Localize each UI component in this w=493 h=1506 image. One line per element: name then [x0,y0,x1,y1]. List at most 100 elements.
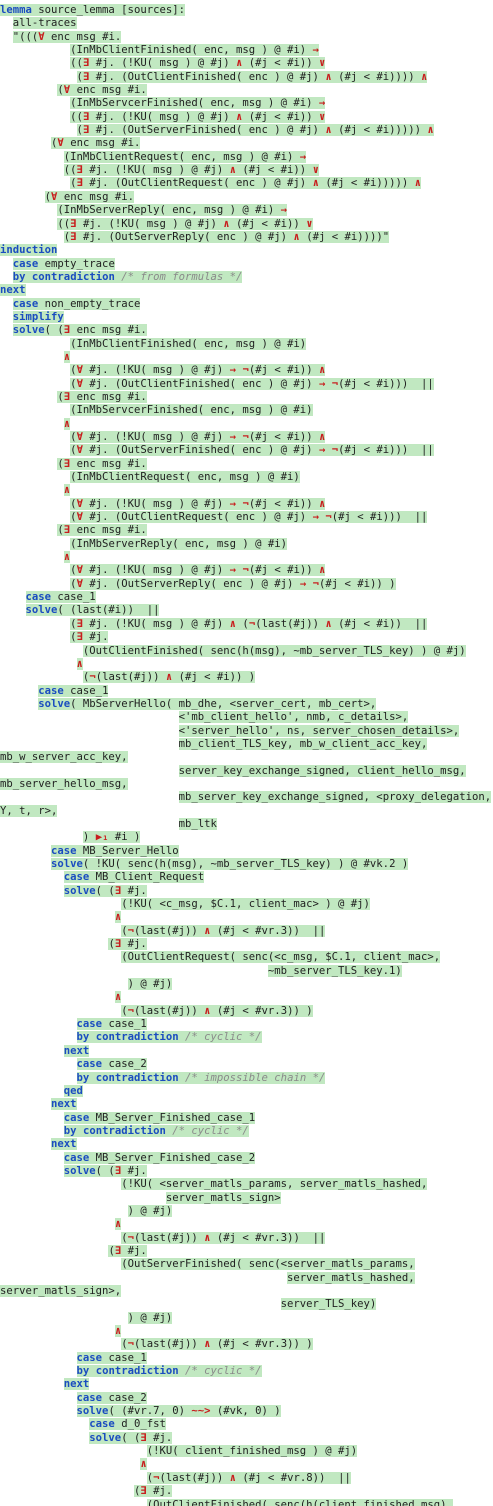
proof-line-text: case MB_Server_Hello [51,844,179,857]
proof-line: by contradiction /* cyclic */ [0,1365,493,1378]
proof-line-text: (!KU( client_finished_msg ) @ #j) [146,1445,358,1458]
proof-line: (∀ #j. (OutServerReply( enc ) @ #j) → ¬(… [0,577,493,591]
proof-line: case MB_Server_Finished_case_2 [0,1151,493,1165]
proof-line-text: solve( (∃ #j. [63,1164,147,1177]
proof-line-text: (InMbClientFinished( enc, msg ) @ #i) → [70,44,319,57]
proof-line: case d_0_fst [0,1418,493,1431]
proof-line-text: (¬(last(#j)) ∧ (#j < #vr.8)) || [146,1471,351,1484]
proof-line-text: (∀ enc msg #i. [44,190,134,203]
proof-line: qed [0,1084,493,1098]
proof-line: ∧ [0,484,493,497]
proof-line: case case_1 [0,591,493,604]
proof-line-text: ((∃ #j. (!KU( msg ) @ #j) ∧ (#j < #i)) ∨ [70,110,326,123]
proof-line: lemma source_lemma [sources]: [0,4,493,17]
proof-line-text: by contradiction /* cyclic */ [76,1365,262,1378]
proof-line: mb_server_hello_msg, [0,777,493,791]
proof-line-text: case case_2 [76,1058,147,1071]
proof-line: ) @ #j) [0,1311,493,1325]
proof-line: (∀ #j. (!KU( msg ) @ #j) → ¬(#j < #i)) ∧ [0,431,493,444]
proof-line-text: (∀ #j. (OutClientRequest( enc ) @ #j) → … [70,511,428,524]
proof-line-text: (∃ enc msg #i. [57,390,147,403]
proof-line: (¬(last(#j)) ∧ (#j < #vr.3)) ) [0,1004,493,1018]
proof-line-text: Y, t, r>, [0,804,58,817]
proof-line: Y, t, r>, [0,804,493,818]
proof-line: ∧ [0,911,493,924]
proof-line-text: case case_1 [76,1351,147,1364]
proof-line: mb_w_server_acc_key, [0,751,493,764]
proof-line-text: ∧ [63,551,71,564]
proof-line-text: next [0,284,26,297]
proof-line: ) @ #j) [0,1204,493,1218]
proof-line: (∀ enc msg #i. [0,190,493,204]
proof-line: ∧ [0,350,493,364]
proof-line: ((∃ #j. (!KU( msg ) @ #j) ∧ (#j < #i)) ∨ [0,57,493,70]
proof-line: (OutClientFinished( senc(h(msg), ~mb_ser… [0,644,493,658]
proof-line: next [0,284,493,297]
proof-line-text: solve( (last(#i)) || [25,604,160,617]
proof-line-text: solve( !KU( senc(h(msg), ~mb_server_TLS_… [51,858,409,870]
proof-line: case case_1 [0,1351,493,1365]
proof-line-text: mb_server_hello_msg, [0,777,128,790]
proof-line: ((∃ #j. (!KU( msg ) @ #j) ∧ (#j < #i)) ∨ [0,110,493,124]
proof-line-text: ) @ #j) [127,1311,173,1324]
proof-line-text: next [51,1098,77,1111]
proof-line-text: (OutServerFinished( senc(<server_matls_p… [121,1258,415,1271]
proof-line: (∀ #j. (OutClientFinished( enc ) @ #j) →… [0,377,493,391]
proof-line: server_TLS_key) [0,1298,493,1311]
proof-line: ((∃ #j. (!KU( msg ) @ #j) ∧ (#j < #i)) ∨ [0,217,493,231]
proof-line-text: (∀ #j. (OutServerReply( enc ) @ #j) → ¬(… [70,577,396,590]
proof-line: case case_1 [0,684,493,698]
proof-line-text: ((∃ #j. (!KU( msg ) @ #j) ∧ (#j < #i)) ∨ [70,57,326,70]
proof-line: (InMbServerReply( enc, msg ) @ #i) → [0,204,493,217]
proof-line: server_matls_hashed, [0,1271,493,1285]
proof-line-text: (∀ enc msg #i. [51,137,141,150]
proof-line-text: (∀ #j. (!KU( msg ) @ #j) → ¬(#j < #i)) ∧ [70,431,326,443]
proof-line-text: mb_w_server_acc_key, [0,751,128,764]
proof-line: (InMbServcerFinished( enc, msg ) @ #i) → [0,97,493,110]
proof-line-text: (∃ enc msg #i. [57,457,147,470]
proof-line-text: (InMbServerReply( enc, msg ) @ #i) [70,537,288,550]
proof-line: ∧ [0,657,493,671]
proof-line: (∃ enc msg #i. [0,457,493,471]
proof-line-text: qed [63,1084,83,1097]
proof-line-text: (InMbServcerFinished( enc, msg ) @ #i) [70,404,313,417]
proof-line: (!KU( <c_msg, $C.1, client_mac> ) @ #j) [0,898,493,911]
proof-line-text: ∧ [63,417,71,430]
proof-line-text: case MB_Server_Finished_case_1 [63,1111,256,1124]
proof-line: (InMbServcerFinished( enc, msg ) @ #i) [0,404,493,417]
proof-line-text: ∧ [76,657,83,670]
proof-line-text: server_TLS_key) [280,1298,377,1311]
proof-line: (¬(last(#j)) ∧ (#j < #vr.8)) || [0,1471,493,1485]
proof-line-text: case case_1 [76,1018,147,1031]
proof-line-text: ((∃ #j. (!KU( msg ) @ #j) ∧ (#j < #i)) ∨ [57,217,313,230]
proof-line: case case_1 [0,1018,493,1031]
proof-line: (∀ enc msg #i. [0,137,493,150]
proof-line: server_matls_sign> [0,1191,493,1205]
proof-line: (∃ #j. (OutServerReply( enc ) @ #j) ∧ (#… [0,230,493,244]
proof-line: (∃ #j. (!KU( msg ) @ #j) ∧ (¬(last(#j)) … [0,617,493,631]
proof-line-text: (OutClientFinished( senc(h(client_finish… [146,1498,453,1506]
proof-line: case case_2 [0,1058,493,1071]
proof-line: server_key_exchange_signed, client_hello… [0,764,493,778]
proof-line: ∧ [0,551,493,564]
proof-line: by contradiction /* impossible chain */ [0,1071,493,1085]
proof-line: solve( (∃ #j. [0,1164,493,1178]
proof-line: (OutServerFinished( senc(<server_matls_p… [0,1258,493,1271]
proof-line-text: case d_0_fst [89,1418,166,1431]
proof-line-text: solve( (∃ #j. [89,1431,173,1444]
proof-line-text: (InMbServerReply( enc, msg ) @ #i) → [57,204,288,217]
proof-line-text: next [51,1138,77,1151]
proof-line-text: "(((∀ enc msg #i. [12,30,122,43]
proof-line-text: (InMbServcerFinished( enc, msg ) @ #i) → [70,97,326,110]
proof-line-text: ∧ [140,1458,147,1471]
proof-line: solve( (∃ #j. [0,884,493,898]
proof-line: (OutClientRequest( senc(<c_msg, $C.1, cl… [0,951,493,964]
proof-line-text: (∃ #j. [108,1244,147,1257]
proof-line: (!KU( client_finished_msg ) @ #j) [0,1445,493,1458]
proof-line-text: ∧ [114,1325,122,1338]
proof-line: (∃ enc msg #i. [0,524,493,537]
proof-line-text: (∀ enc msg #i. [57,84,147,97]
proof-line-text: (∀ #j. (OutClientFinished( enc ) @ #j) →… [70,377,434,390]
proof-line: "(((∀ enc msg #i. [0,30,493,44]
proof-line: ∧ [0,991,493,1004]
